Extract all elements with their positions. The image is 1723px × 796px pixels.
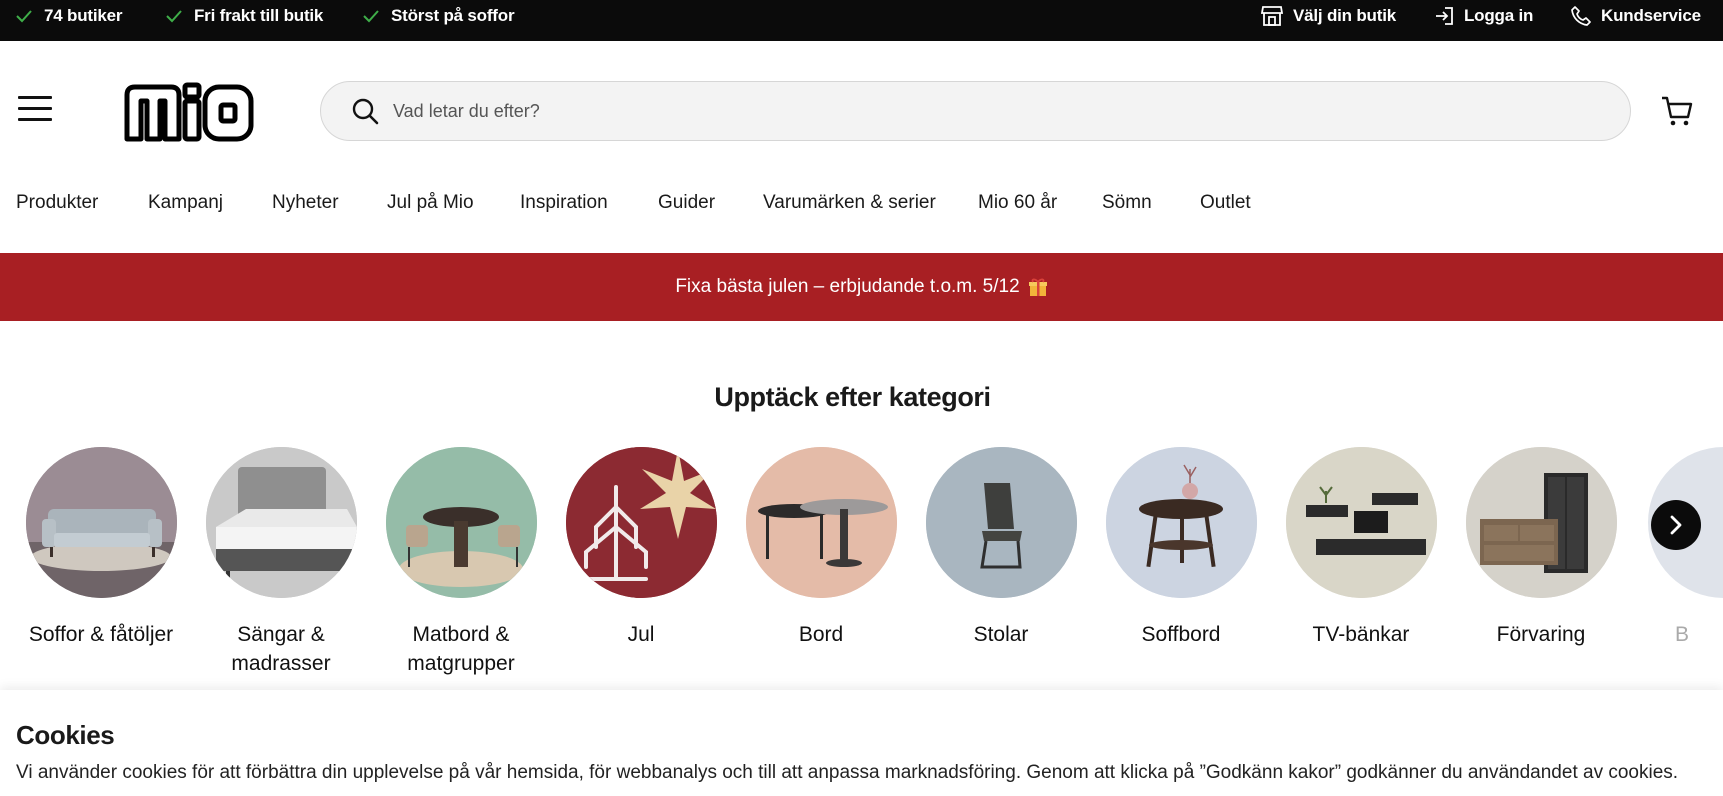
- category-forvaring[interactable]: Förvaring: [1451, 447, 1631, 649]
- category-image-tables: [745, 447, 897, 598]
- category-soffor[interactable]: Soffor & fåtöljer: [11, 447, 191, 649]
- login-link[interactable]: Logga in: [1434, 0, 1533, 32]
- nav-item-mio-60-ar[interactable]: Mio 60 år: [978, 192, 1102, 214]
- mio-logo[interactable]: [119, 79, 257, 143]
- category-image-coffee-table: [1105, 447, 1257, 598]
- nav-item-somn[interactable]: Sömn: [1102, 192, 1200, 214]
- category-sangar[interactable]: Sängar & madrasser: [191, 447, 371, 678]
- choose-store-link[interactable]: Välj din butik: [1261, 0, 1396, 32]
- chevron-right-icon: [1670, 515, 1682, 535]
- hamburger-menu-icon[interactable]: [18, 96, 52, 124]
- store-icon: [1261, 6, 1283, 26]
- phone-icon: [1571, 6, 1591, 26]
- category-label: Soffor & fåtöljer: [28, 623, 174, 646]
- customer-service-label: Kundservice: [1601, 6, 1701, 25]
- category-label: Jul: [627, 623, 655, 646]
- cart-icon[interactable]: [1660, 94, 1694, 128]
- category-image-storage: [1465, 447, 1617, 598]
- promo-banner[interactable]: Fixa bästa julen – erbjudande t.o.m. 5/1…: [0, 253, 1723, 321]
- promo-text: Fixa bästa julen – erbjudande t.o.m. 5/1…: [675, 276, 1020, 297]
- category-label: Stolar: [973, 623, 1029, 646]
- category-image-chair: [925, 447, 1077, 598]
- nav-item-varumarken[interactable]: Varumärken & serier: [763, 192, 978, 214]
- check-icon: [16, 10, 32, 23]
- category-jul[interactable]: Jul: [551, 447, 731, 649]
- category-image-christmas: [565, 447, 717, 598]
- category-label: Bord: [798, 623, 844, 646]
- login-icon: [1436, 7, 1453, 25]
- check-icon: [166, 10, 182, 23]
- usp-sofas: Störst på soffor: [363, 0, 515, 32]
- choose-store-label: Välj din butik: [1293, 6, 1396, 25]
- usp-free-shipping: Fri frakt till butik: [166, 0, 323, 32]
- usp-label: Störst på soffor: [391, 6, 515, 25]
- category-matbord[interactable]: Matbord & matgrupper: [371, 447, 551, 678]
- usp-label: 74 butiker: [44, 6, 123, 25]
- usp-stores: 74 butiker: [16, 0, 123, 32]
- check-icon: [363, 10, 379, 23]
- category-image-sofa: [25, 447, 177, 598]
- search-icon: [352, 98, 379, 125]
- nav-item-kampanj[interactable]: Kampanj: [148, 192, 272, 214]
- category-label: Sängar & madrasser: [231, 623, 331, 675]
- nav-item-outlet[interactable]: Outlet: [1200, 192, 1251, 214]
- carousel-next-button[interactable]: [1651, 500, 1701, 550]
- category-section-title: Upptäck efter kategori: [714, 382, 991, 412]
- category-label: Matbord & matgrupper: [407, 623, 515, 675]
- nav-item-guider[interactable]: Guider: [658, 192, 763, 214]
- category-stolar[interactable]: Stolar: [911, 447, 1091, 649]
- category-bord[interactable]: Bord: [731, 447, 911, 649]
- category-image-dining: [385, 447, 537, 598]
- nav-item-inspiration[interactable]: Inspiration: [520, 192, 658, 214]
- nav-item-nyheter[interactable]: Nyheter: [272, 192, 387, 214]
- category-label: Förvaring: [1496, 623, 1586, 646]
- nav-item-produkter[interactable]: Produkter: [16, 192, 148, 214]
- cookie-title: Cookies: [16, 720, 115, 750]
- top-bar: 74 butiker Fri frakt till butik Störst p…: [0, 0, 1723, 41]
- login-label: Logga in: [1464, 6, 1534, 25]
- category-tv-bankar[interactable]: TV-bänkar: [1271, 447, 1451, 649]
- nav-item-jul-pa-mio[interactable]: Jul på Mio: [387, 192, 520, 214]
- search-bar[interactable]: [320, 81, 1631, 141]
- gift-icon: [1028, 278, 1047, 296]
- usp-label: Fri frakt till butik: [194, 6, 324, 25]
- category-soffbord[interactable]: Soffbord: [1091, 447, 1271, 649]
- cookie-text: Vi använder cookies för att förbättra di…: [16, 762, 1679, 783]
- category-label: TV-bänkar: [1312, 623, 1410, 646]
- category-label: B: [1675, 623, 1690, 646]
- search-input[interactable]: [393, 100, 1493, 122]
- category-image-bed: [205, 447, 357, 598]
- category-image-tv-bench: [1285, 447, 1437, 598]
- cookie-banner: Cookies Vi använder cookies för att förb…: [0, 690, 1723, 796]
- customer-service-link[interactable]: Kundservice: [1571, 0, 1701, 32]
- main-nav: Produkter Kampanj Nyheter Jul på Mio Ins…: [16, 188, 1251, 218]
- category-label: Soffbord: [1141, 623, 1221, 646]
